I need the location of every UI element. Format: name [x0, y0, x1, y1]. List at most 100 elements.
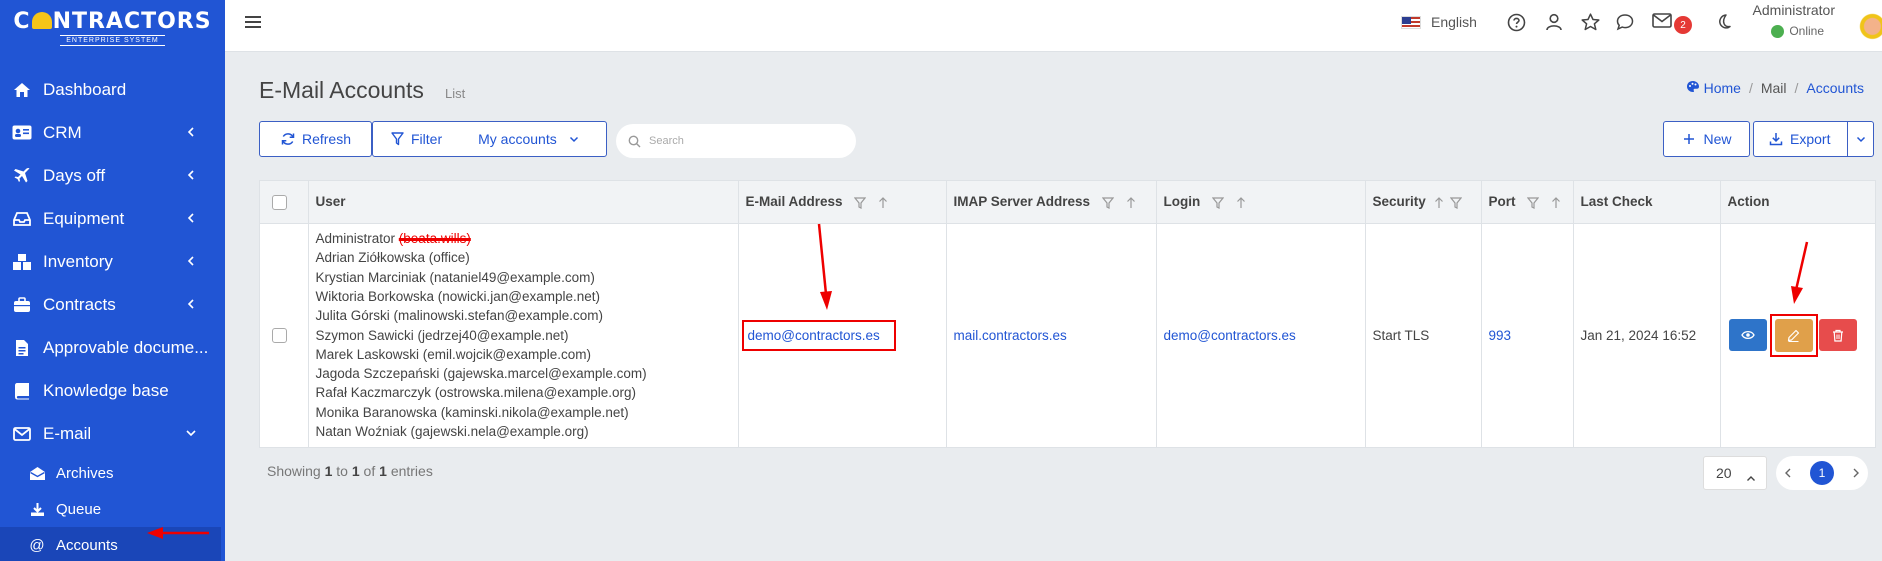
export-label: Export: [1790, 131, 1831, 147]
breadcrumb: Home / Mail / Accounts: [1686, 80, 1864, 96]
row-select-cell: [260, 223, 309, 447]
sidebar-item-label: CRM: [43, 122, 82, 142]
sort-arrow-up-icon[interactable]: [1126, 196, 1136, 209]
list-item: Jagoda Szczepański (gajewska.marcel@exam…: [315, 366, 647, 382]
document-icon: [12, 338, 32, 358]
pencil-icon: [1787, 329, 1800, 342]
edit-button[interactable]: [1774, 318, 1813, 352]
sort-arrow-up-icon[interactable]: [1236, 196, 1246, 209]
column-imap: IMAP Server Address: [946, 181, 1157, 224]
user-status-label: Online: [1789, 24, 1824, 38]
prev-page-chevron-left-icon[interactable]: [1784, 467, 1792, 479]
chevron-down-icon: [569, 136, 579, 143]
sidebar-item-equipment[interactable]: Equipment: [0, 197, 225, 240]
breadcrumb-mail[interactable]: Mail: [1761, 80, 1787, 96]
column-last-check: Last Check: [1573, 181, 1721, 224]
new-button[interactable]: New: [1663, 121, 1750, 157]
help-icon[interactable]: [1506, 12, 1526, 32]
sidebar: C NTRACTORS ENTERPRISE SYSTEM Dashboard C…: [0, 0, 225, 561]
list-item: Monika Baranowska (kaminski.nikola@examp…: [315, 404, 629, 420]
sort-arrow-up-icon[interactable]: [1551, 196, 1561, 209]
select-all-checkbox[interactable]: [272, 194, 287, 210]
search-input[interactable]: [649, 135, 839, 147]
refresh-button[interactable]: Refresh: [259, 121, 372, 157]
chat-icon[interactable]: [1615, 12, 1635, 32]
sidebar-item-queue[interactable]: Queue: [0, 491, 225, 527]
export-dropdown-chevron-icon[interactable]: [1847, 122, 1873, 156]
users-cell: Administrator (beata.wills) Adrian Ziółk…: [308, 223, 739, 447]
sidebar-item-label: Queue: [56, 500, 102, 518]
column-filter-icon[interactable]: [1527, 197, 1540, 209]
sidebar-item-email[interactable]: E-mail: [0, 412, 225, 455]
sidebar-item-days-off[interactable]: Days off: [0, 154, 225, 197]
column-imap-label: IMAP Server Address: [953, 194, 1091, 210]
list-item: Julita Górski (malinowski.stefan@example…: [315, 308, 604, 324]
palette-icon: [1686, 80, 1700, 96]
list-item: Szymon Sawicki (jedrzej40@example.net): [315, 327, 569, 343]
column-security: Security: [1365, 181, 1482, 224]
logo[interactable]: C NTRACTORS ENTERPRISE SYSTEM: [0, 0, 225, 52]
accounts-table: User E-Mail Address IMAP Server Address …: [259, 180, 1876, 448]
email-link[interactable]: demo@contractors.es: [748, 328, 880, 343]
boxes-icon: [12, 252, 32, 272]
sidebar-item-knowledge-base[interactable]: Knowledge base: [0, 369, 225, 412]
language-selector[interactable]: English: [1401, 14, 1477, 30]
topbar: English 2 Administrator Online: [225, 0, 1882, 52]
us-flag-icon: [1401, 15, 1421, 29]
row-checkbox[interactable]: [272, 328, 287, 344]
sidebar-item-archives[interactable]: Archives: [0, 455, 225, 491]
imap-link[interactable]: mail.contractors.es: [954, 328, 1067, 343]
column-filter-icon[interactable]: [1450, 197, 1463, 209]
column-filter-icon[interactable]: [854, 197, 867, 209]
sidebar-item-contracts[interactable]: Contracts: [0, 283, 225, 326]
briefcase-icon: [12, 295, 32, 315]
online-status-dot-icon: [1771, 24, 1785, 38]
column-filter-icon[interactable]: [1101, 197, 1114, 209]
filter-button[interactable]: Filter: [389, 131, 442, 147]
search-box: [616, 124, 856, 158]
envelope-icon: [12, 424, 32, 444]
trash-icon: [1832, 329, 1843, 342]
showing-entries-text: Showing 1 to 1 of 1 entries: [267, 463, 433, 479]
showing-from: 1: [324, 463, 333, 479]
next-page-chevron-right-icon[interactable]: [1852, 467, 1860, 479]
filter-button-group: Filter My accounts: [372, 121, 607, 157]
mail-icon[interactable]: [1652, 10, 1672, 30]
email-cell: demo@contractors.es: [738, 223, 947, 447]
delete-button[interactable]: [1818, 319, 1857, 352]
new-label: New: [1703, 131, 1732, 147]
refresh-icon: [280, 131, 296, 147]
user-icon[interactable]: [1544, 12, 1564, 32]
login-link[interactable]: demo@contractors.es: [1164, 328, 1296, 343]
per-page-select[interactable]: 20: [1703, 456, 1767, 490]
sort-arrow-up-icon[interactable]: [1434, 196, 1444, 209]
menu-toggle-icon[interactable]: [243, 12, 263, 32]
user-menu[interactable]: Administrator Online: [1695, 2, 1835, 38]
last-check-cell: Jan 21, 2024 16:52: [1573, 223, 1721, 447]
tray-icon: [12, 209, 32, 229]
table-row: Administrator (beata.wills) Adrian Ziółk…: [260, 223, 1875, 447]
breadcrumb-home[interactable]: Home: [1704, 80, 1741, 96]
showing-total: 1: [379, 463, 387, 479]
page-number-current[interactable]: 1: [1810, 461, 1834, 485]
sort-arrow-up-icon[interactable]: [878, 196, 888, 209]
column-filter-icon[interactable]: [1212, 197, 1225, 209]
star-icon[interactable]: [1580, 12, 1600, 32]
sidebar-item-label: Knowledge base: [43, 380, 169, 400]
avatar[interactable]: [1858, 6, 1882, 40]
list-item: Administrator (beata.wills): [316, 229, 738, 248]
port-link[interactable]: 993: [1489, 328, 1512, 343]
sidebar-item-crm[interactable]: CRM: [0, 111, 225, 154]
book-icon: [12, 381, 32, 401]
sidebar-item-label: Archives: [56, 464, 114, 482]
sidebar-item-accounts[interactable]: @ Accounts: [0, 527, 221, 561]
column-action-label: Action: [1727, 194, 1770, 210]
sidebar-item-dashboard[interactable]: Dashboard: [0, 68, 225, 111]
my-accounts-dropdown[interactable]: My accounts: [478, 131, 579, 147]
view-button[interactable]: [1728, 319, 1767, 352]
at-icon: @: [29, 536, 45, 554]
sidebar-item-approvable-documents[interactable]: Approvable docume...: [0, 326, 225, 369]
export-button[interactable]: Export: [1753, 121, 1874, 157]
sidebar-item-inventory[interactable]: Inventory: [0, 240, 225, 283]
my-accounts-label: My accounts: [478, 131, 557, 147]
